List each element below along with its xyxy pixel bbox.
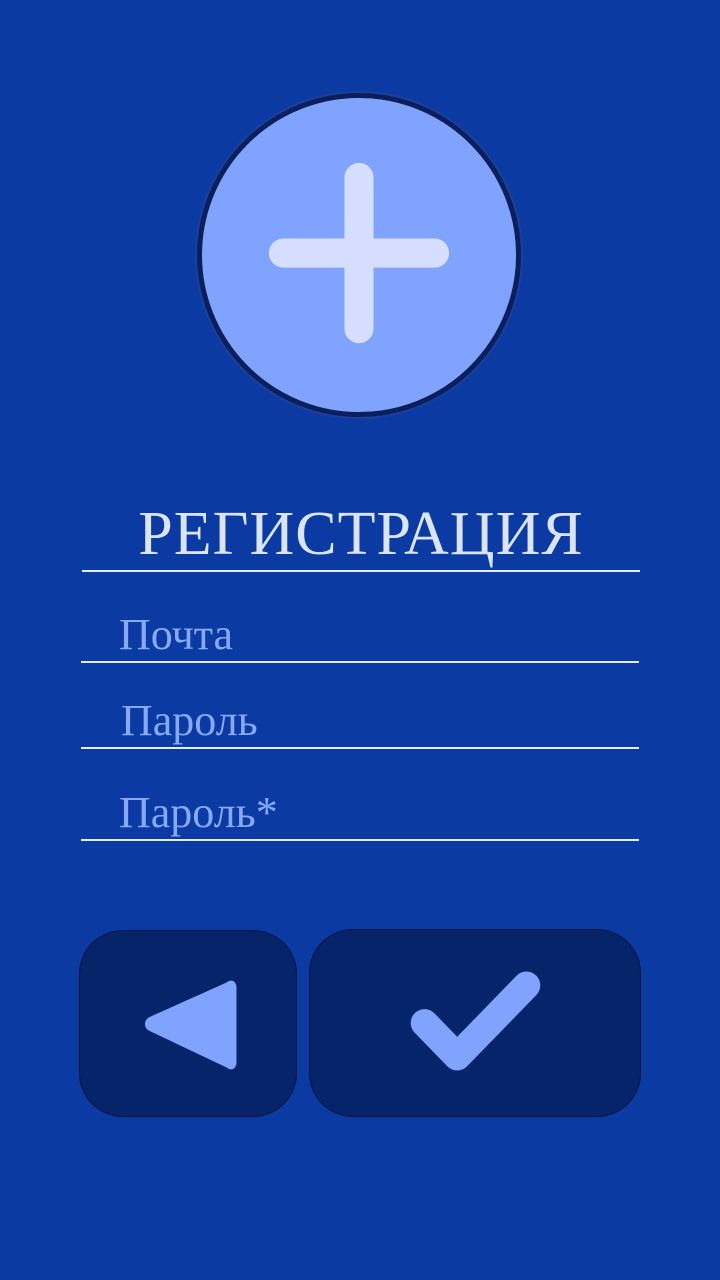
password-confirm-field-placeholder: Пароль* [119,788,278,837]
page-title: РЕГИСТРАЦИЯ [82,496,640,572]
confirm-button[interactable] [309,929,641,1117]
password-confirm-field[interactable]: Пароль* [81,781,639,841]
triangle-left-icon [144,980,237,1070]
password-field-placeholder: Пароль [121,696,258,745]
plus-icon [268,162,450,344]
email-field-placeholder: Почта [119,610,234,659]
checkmark-icon [410,971,541,1071]
email-field[interactable]: Почта [81,603,639,663]
back-button[interactable] [79,930,297,1117]
password-field[interactable]: Пароль [81,689,639,749]
add-avatar-button[interactable] [197,93,521,417]
